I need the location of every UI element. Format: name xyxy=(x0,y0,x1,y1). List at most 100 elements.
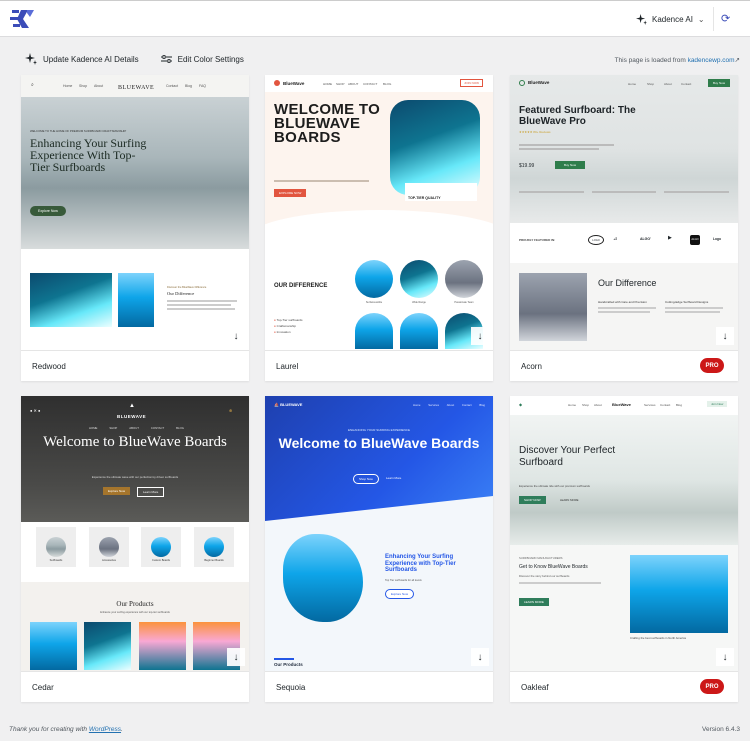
preview-nav-link: Contact xyxy=(681,82,692,86)
diff-list-item: Craftsmanship xyxy=(276,324,296,328)
scroll-preview-button[interactable]: ↓ xyxy=(471,327,489,345)
sliders-icon xyxy=(160,55,172,63)
template-card-laurel[interactable]: BlueWave HOME SHOP ABOUT CONTACT BLOG JO… xyxy=(265,75,493,381)
buy-now-button: Buy Now xyxy=(708,79,731,87)
hero-button: EXPLORE NOW xyxy=(274,189,307,197)
preview-nav: BlueWave HOME SHOP ABOUT CONTACT BLOG JO… xyxy=(265,75,493,92)
circle-image xyxy=(445,260,483,298)
hero-heading: Featured Surfboard: The BlueWave Pro xyxy=(519,105,636,127)
template-footer: Laurel xyxy=(265,351,493,381)
preview-brand: BlueWave xyxy=(283,81,305,86)
search-icon: ⌕ xyxy=(31,82,34,88)
template-preview[interactable]: ◆ Home Shop About BlueWave Services Cont… xyxy=(510,396,738,672)
template-card-oakleaf[interactable]: ◆ Home Shop About BlueWave Services Cont… xyxy=(510,396,738,702)
section-title: Get to Know BlueWave Boards xyxy=(519,564,588,570)
category-label: Beginner Boards xyxy=(204,559,224,562)
preview-nav-link: FAQ xyxy=(199,84,207,88)
product-image xyxy=(84,622,131,670)
products-title: Our Products xyxy=(274,662,303,667)
edit-color-settings-button[interactable]: Edit Color Settings xyxy=(160,53,244,65)
pro-badge: PRO xyxy=(700,358,724,373)
category-label: Custom Boards xyxy=(152,559,170,562)
preview-nav-link: ABOUT xyxy=(129,426,139,430)
cart-icon: ⊕ xyxy=(229,408,233,413)
template-preview[interactable]: ⌕ Home Shop About BLUEWAVE Contact Blog … xyxy=(21,75,249,351)
hero-sub: Experience the ultimate ride with our pr… xyxy=(519,484,590,488)
preview-brand: BlueWave xyxy=(612,402,631,407)
kadence-ai-menu[interactable]: Kadence AI ⌄ xyxy=(636,7,714,31)
preview-nav-link: CONTACT xyxy=(150,426,165,430)
template-card-redwood[interactable]: ⌕ Home Shop About BLUEWAVE Contact Blog … xyxy=(21,75,249,381)
preview-nav-link: BLOG xyxy=(176,426,184,430)
quality-label: TOP-TIER QUALITY xyxy=(408,196,441,200)
wordpress-link[interactable]: WordPress xyxy=(89,726,121,733)
feature-heading: Enhancing Your Surfing Experience with T… xyxy=(385,554,456,573)
scroll-preview-button[interactable]: ↓ xyxy=(227,327,245,345)
template-name: Sequoia xyxy=(276,682,306,692)
preview-nav-link: Contact xyxy=(461,403,472,407)
kadence-ai-menu-label: Kadence AI xyxy=(652,14,693,24)
external-link-icon: ↗ xyxy=(734,57,740,64)
hero-button: Explore Now xyxy=(30,206,66,216)
scroll-preview-button[interactable]: ↓ xyxy=(227,648,245,666)
hero-subtitle: WELCOME TO THE HOME OF PREMIUM SURFBOARD… xyxy=(30,129,127,133)
arrow-down-icon: ↓ xyxy=(233,330,239,342)
preview-nav-link: About xyxy=(94,84,104,88)
hero-button: SHOP NOW xyxy=(519,496,546,504)
scroll-preview-button[interactable]: ↓ xyxy=(716,648,734,666)
preview-nav-link: Home xyxy=(63,84,73,88)
template-preview[interactable]: ● ✕ ● ▲ BLUEWAVE ⊕ HOME SHOP ABOUT CONTA… xyxy=(21,396,249,672)
diff-list-item: Top-Tier surfboards xyxy=(276,318,303,322)
circle-image xyxy=(400,260,438,298)
template-preview[interactable]: BlueWave HOME SHOP ABOUT CONTACT BLOG JO… xyxy=(265,75,493,351)
blob-surfer-image xyxy=(283,534,363,622)
hero-button: Explore Now xyxy=(103,487,131,495)
admin-top-bar: Kadence AI ⌄ ⟳ xyxy=(0,0,750,37)
benefits-row xyxy=(519,188,730,203)
hero-heading: Welcome to BlueWave Boards xyxy=(278,435,480,451)
preview-nav: ⌕ Home Shop About BLUEWAVE Contact Blog … xyxy=(21,75,249,97)
scroll-preview-button[interactable]: ↓ xyxy=(716,327,734,345)
loaded-from-note: This page is loaded from kadencewp.com↗ xyxy=(615,56,740,64)
price: $19.99 xyxy=(519,163,535,169)
surfer-image xyxy=(630,555,728,633)
featured-logo: ALGO' xyxy=(640,237,651,241)
diff-col: Cutting-Edge Surfboard Designs xyxy=(665,300,709,304)
featured-logo: LOGO xyxy=(588,235,604,245)
brand-logo-icon: ◆ xyxy=(519,402,523,407)
products-sub: Enhance your surfing experience with our… xyxy=(100,611,170,614)
hero-sub: Experience the ultimate wave with our pe… xyxy=(91,475,179,479)
template-footer: Oakleaf PRO xyxy=(510,672,738,702)
diff-title: OUR DIFFERENCE xyxy=(274,283,328,289)
preview-brand: BlueWave xyxy=(528,80,550,85)
refresh-icon[interactable]: ⟳ xyxy=(721,12,730,25)
diff-title: Our Difference xyxy=(167,291,195,296)
template-card-acorn[interactable]: BlueWave Home Shop About Contact Buy Now… xyxy=(510,75,738,381)
kadence-logo-icon[interactable] xyxy=(10,8,36,30)
arrow-down-icon: ↓ xyxy=(233,651,239,663)
join-now-button: JOIN NOW xyxy=(460,79,483,87)
template-preview[interactable]: BlueWave Home Shop About Contact Buy Now… xyxy=(510,75,738,351)
circle-label: Passionate Team xyxy=(454,301,474,304)
arrow-down-icon: ↓ xyxy=(477,651,483,663)
template-card-sequoia[interactable]: ⛵ BLUEWAVE Home Services About Contact B… xyxy=(265,396,493,702)
preview-nav-link: About xyxy=(664,82,672,86)
featured-label: PROUDLY FEATURED IN: xyxy=(519,238,556,242)
kadencewp-link[interactable]: kadencewp.com xyxy=(688,57,735,64)
template-card-cedar[interactable]: ● ✕ ● ▲ BLUEWAVE ⊕ HOME SHOP ABOUT CONTA… xyxy=(21,396,249,702)
preview-nav-link: ABOUT xyxy=(348,82,359,86)
circle-image xyxy=(355,260,393,298)
preview-nav-link: Services xyxy=(428,403,439,407)
update-ai-details-button[interactable]: Update Kadence AI Details xyxy=(25,53,139,65)
featured-logo: ALGO xyxy=(690,235,700,245)
preview-nav-link: Shop xyxy=(582,403,590,407)
admin-footer-thanks: Thank you for creating with WordPress. xyxy=(9,726,123,733)
scroll-preview-button[interactable]: ↓ xyxy=(471,648,489,666)
preview-nav-link: Services xyxy=(644,403,656,407)
sparkle-icon xyxy=(25,53,37,65)
template-preview[interactable]: ⛵ BLUEWAVE Home Services About Contact B… xyxy=(265,396,493,672)
preview-nav-link: SHOP xyxy=(336,82,345,86)
wave-image xyxy=(30,273,112,327)
wp-version: Version 6.4.3 xyxy=(702,726,740,733)
preview-nav-link: Shop xyxy=(79,84,88,88)
